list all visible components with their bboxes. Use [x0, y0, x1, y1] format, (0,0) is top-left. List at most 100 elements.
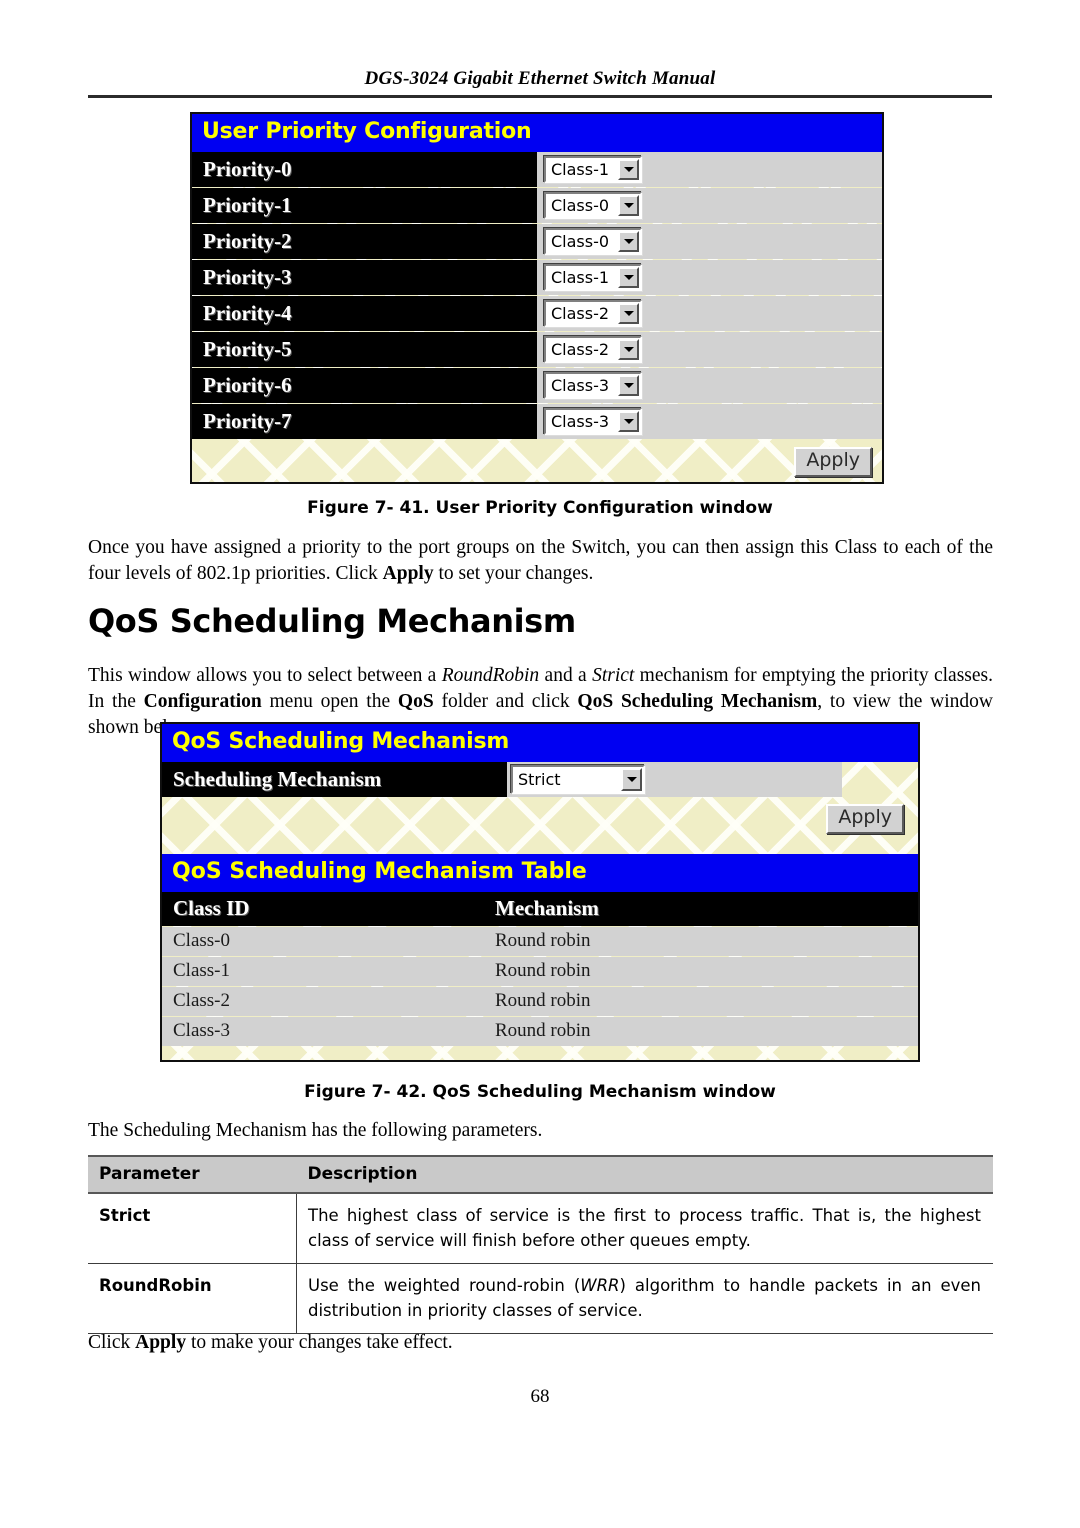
priority-field: Class-3	[537, 404, 882, 439]
page-number: 68	[530, 1386, 550, 1407]
table-header-row: Class ID Mechanism	[162, 891, 918, 926]
class-select-value: Class-0	[551, 232, 610, 251]
user-priority-configuration-window: User Priority Configuration Priority-0 C…	[190, 112, 884, 484]
cell-class-id: Class-0	[162, 926, 484, 956]
paragraph-footer: Click Apply to make your changes take ef…	[88, 1330, 993, 1356]
chevron-down-icon[interactable]	[618, 195, 639, 216]
priority-row: Priority-0 Class-1	[192, 152, 882, 187]
priority-row: Priority-6 Class-3	[192, 368, 882, 403]
class-select-priority-1[interactable]: Class-0	[544, 192, 642, 219]
class-select-priority-7[interactable]: Class-3	[544, 408, 642, 435]
priority-row: Priority-5 Class-2	[192, 332, 882, 367]
window-title-bar: QoS Scheduling Mechanism	[162, 724, 918, 762]
priority-label: Priority-6	[192, 368, 537, 403]
apply-bold: Apply	[382, 563, 434, 584]
param-table-row-strict: Strict The highest class of service is t…	[88, 1192, 993, 1264]
chevron-down-icon[interactable]	[618, 267, 639, 288]
column-header-mechanism: Mechanism	[495, 896, 599, 921]
cell-mechanism: Round robin	[484, 986, 918, 1016]
qos-scheduling-mechanism-window: QoS Scheduling Mechanism Scheduling Mech…	[160, 722, 920, 1062]
class-select-priority-2[interactable]: Class-0	[544, 228, 642, 255]
chevron-down-icon[interactable]	[618, 375, 639, 396]
table-row: Class-2 Round robin	[162, 986, 918, 1016]
cell-class-id: Class-1	[162, 956, 484, 986]
paragraph-line-2a: of 802.1p priorities. Click	[175, 563, 383, 584]
scheduling-mechanism-field: Strict	[507, 762, 842, 797]
footer-a: Click	[88, 1332, 136, 1353]
roundrobin-desc-a: Use the weighted round-robin (	[308, 1276, 581, 1295]
roundrobin-desc-italic-wrr: WRR	[580, 1276, 620, 1295]
priority-label: Priority-3	[192, 260, 537, 295]
paragraph-line-2b: to set your changes.	[433, 563, 594, 584]
intro-bold-qos-scheduling: QoS Scheduling Mechanism	[577, 691, 818, 712]
priority-row: Priority-2 Class-0	[192, 224, 882, 259]
scheduling-mechanism-label: Scheduling Mechanism	[162, 762, 507, 797]
intro-bold-configuration: Configuration	[143, 691, 262, 712]
scheduling-mechanism-select[interactable]: Strict	[511, 765, 645, 794]
priority-row: Priority-4 Class-2	[192, 296, 882, 331]
class-select-value: Class-3	[551, 376, 610, 395]
table-row: Class-3 Round robin	[162, 1016, 918, 1046]
param-table-row-roundrobin: RoundRobin Use the weighted round-robin …	[88, 1263, 993, 1334]
cell-mechanism: Round robin	[484, 926, 918, 956]
apply-row: Apply	[162, 798, 918, 834]
table-row: Class-0 Round robin	[162, 926, 918, 956]
chevron-down-icon[interactable]	[621, 768, 642, 791]
paragraph-after-figure-41: Once you have assigned a priority to the…	[88, 535, 993, 587]
class-select-priority-3[interactable]: Class-1	[544, 264, 642, 291]
window-title-bar: User Priority Configuration	[192, 114, 882, 152]
page-header-title: DGS-3024 Gigabit Ethernet Switch Manual	[364, 68, 716, 89]
apply-button[interactable]: Apply	[794, 447, 872, 477]
priority-field: Class-3	[537, 368, 882, 403]
apply-row: Apply	[192, 440, 882, 477]
panel-spacer	[162, 834, 918, 854]
intro-a: This window allows you to select between…	[88, 665, 442, 686]
cell-mechanism: Round robin	[484, 1016, 918, 1046]
priority-label: Priority-7	[192, 404, 537, 439]
chevron-down-icon[interactable]	[618, 411, 639, 432]
class-select-priority-0[interactable]: Class-1	[544, 156, 642, 183]
class-select-priority-6[interactable]: Class-3	[544, 372, 642, 399]
column-header-parameter: Parameter	[88, 1155, 297, 1194]
header-divider	[88, 95, 992, 98]
qos-scheduling-table-title: QoS Scheduling Mechanism Table	[162, 853, 918, 892]
priority-field: Class-1	[537, 260, 882, 295]
column-header-class-id: Class ID	[173, 896, 250, 921]
intro-e: folder and click	[433, 691, 578, 712]
priority-label: Priority-2	[192, 224, 537, 259]
priority-label: Priority-5	[192, 332, 537, 367]
priority-field: Class-0	[537, 188, 882, 223]
class-select-value: Class-0	[551, 196, 610, 215]
intro-italic-roundrobin: RoundRobin	[441, 665, 540, 686]
priority-field: Class-0	[537, 224, 882, 259]
priority-label: Priority-0	[192, 152, 537, 187]
cell-class-id: Class-3	[162, 1016, 484, 1046]
intro-d: menu open the	[261, 691, 398, 712]
class-select-priority-5[interactable]: Class-2	[544, 336, 642, 363]
priority-label: Priority-4	[192, 296, 537, 331]
apply-button[interactable]: Apply	[826, 804, 904, 834]
priority-field: Class-2	[537, 296, 882, 331]
priority-row: Priority-7 Class-3	[192, 404, 882, 439]
page-title: QoS Scheduling Mechanism	[88, 602, 576, 640]
param-description-strict: The highest class of service is the firs…	[296, 1192, 993, 1264]
param-name-roundrobin: RoundRobin	[88, 1263, 297, 1334]
chevron-down-icon[interactable]	[618, 303, 639, 324]
cell-mechanism: Round robin	[484, 956, 918, 986]
chevron-down-icon[interactable]	[618, 159, 639, 180]
class-select-value: Class-2	[551, 340, 610, 359]
class-select-value: Class-1	[551, 268, 610, 287]
scheduling-mechanism-row: Scheduling Mechanism Strict	[162, 762, 918, 797]
intro-italic-strict: Strict	[592, 665, 635, 686]
cell-class-id: Class-2	[162, 986, 484, 1016]
footer-bold-apply: Apply	[135, 1332, 187, 1353]
priority-label: Priority-1	[192, 188, 537, 223]
class-select-priority-4[interactable]: Class-2	[544, 300, 642, 327]
figure-caption-41: Figure 7- 41. User Priority Configuratio…	[307, 498, 773, 518]
column-header-description: Description	[296, 1155, 993, 1194]
chevron-down-icon[interactable]	[618, 339, 639, 360]
table-row: Class-1 Round robin	[162, 956, 918, 986]
chevron-down-icon[interactable]	[618, 231, 639, 252]
param-table-header-row: Parameter Description	[88, 1155, 993, 1194]
figure-caption-42: Figure 7- 42. QoS Scheduling Mechanism w…	[304, 1082, 776, 1102]
